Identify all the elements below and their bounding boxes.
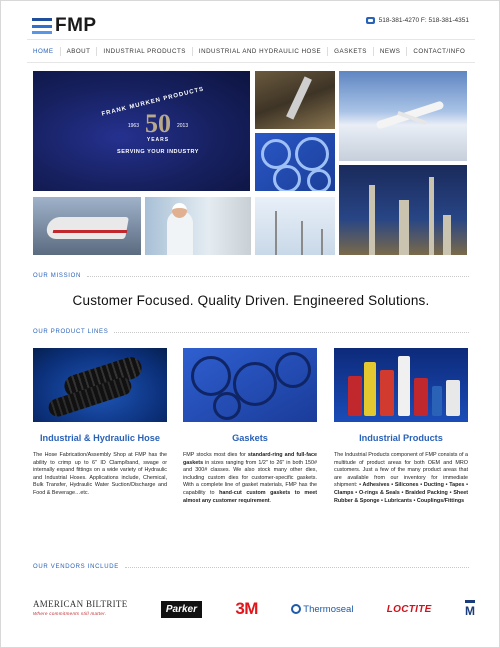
vendor-logos: AMERICAN BILTRITE Where commitments stil… (33, 595, 475, 623)
mission-label-text: OUR MISSION (33, 273, 82, 279)
gaskets-photo (255, 133, 335, 191)
banner-50: 50 (145, 109, 171, 138)
train-photo (33, 197, 141, 255)
industrial-products-description: The Industrial Products component of FMP… (334, 452, 469, 504)
page: FMP 518-381-4270 F: 518-381-4351 HOME AB… (0, 0, 500, 648)
hose-title[interactable]: Industrial & Hydraulic Hose (33, 433, 167, 443)
vendor-3m[interactable]: 3M (235, 599, 258, 619)
banner-year-end: 2013 (177, 123, 189, 129)
vendors-label: OUR VENDORS INCLUDE (33, 564, 469, 570)
mission-statement: Customer Focused. Quality Driven. Engine… (72, 293, 430, 308)
hose-description: The Hose Fabrication/Assembly Shop at FM… (33, 452, 167, 496)
refinery-photo (339, 165, 467, 255)
hose-image[interactable] (33, 348, 167, 422)
product-lines-label: OUR PRODUCT LINES (33, 329, 469, 335)
fmp-logo[interactable]: FMP (32, 15, 97, 37)
jet-photo (339, 71, 467, 161)
vendor-thermoseal[interactable]: Thermoseal (291, 604, 353, 615)
nav-industrial-products[interactable]: INDUSTRIAL PRODUCTS (97, 46, 193, 56)
banner-tagline: SERVING YOUR INDUSTRY (117, 149, 199, 155)
contact-numbers: 518-381-4270 F: 518-381-4351 (378, 17, 469, 24)
contact-info: 518-381-4270 F: 518-381-4351 (365, 17, 469, 24)
product-lines-label-text: OUR PRODUCT LINES (33, 329, 109, 335)
main-nav: HOME ABOUT INDUSTRIAL PRODUCTS INDUSTRIA… (27, 39, 475, 63)
mission-label: OUR MISSION (33, 273, 469, 279)
vendors-label-text: OUR VENDORS INCLUDE (33, 564, 119, 570)
drilling-photo (255, 71, 335, 129)
anniversary-banner[interactable]: FRANK MURKEN PRODUCTS 1963 50 YEARS 2013… (33, 71, 250, 191)
nav-about[interactable]: ABOUT (61, 46, 98, 56)
gaskets-title[interactable]: Gaskets (183, 433, 317, 443)
industrial-products-image[interactable] (334, 348, 468, 422)
industrial-products-title[interactable]: Industrial Products (334, 433, 468, 443)
gaskets-image[interactable] (183, 348, 317, 422)
vendor-american-biltrite[interactable]: AMERICAN BILTRITE Where commitments stil… (33, 600, 128, 618)
vendor-loctite[interactable]: LOCTITE (387, 604, 432, 615)
vendor-parker[interactable]: Parker (160, 600, 202, 618)
vendor-m-logo[interactable]: M (464, 600, 475, 618)
nav-contact-info[interactable]: CONTACT/INFO (407, 47, 471, 56)
nav-industrial-hydraulic-hose[interactable]: INDUSTRIAL AND HYDRAULIC HOSE (193, 46, 329, 56)
nav-home[interactable]: HOME (27, 46, 61, 56)
gaskets-description: FMP stocks most dies for standard-ring a… (183, 452, 318, 504)
wind-turbine-photo (255, 197, 335, 255)
phone-icon (365, 17, 375, 24)
logo-text: FMP (55, 15, 97, 36)
banner-years-word: YEARS (146, 137, 170, 143)
nav-gaskets[interactable]: GASKETS (328, 46, 374, 56)
nav-news[interactable]: NEWS (374, 46, 408, 56)
logo-stripes-icon (32, 18, 52, 34)
lab-worker-photo (145, 197, 251, 255)
banner-year-start: 1963 (127, 123, 139, 129)
thermoseal-ring-icon (291, 604, 302, 614)
